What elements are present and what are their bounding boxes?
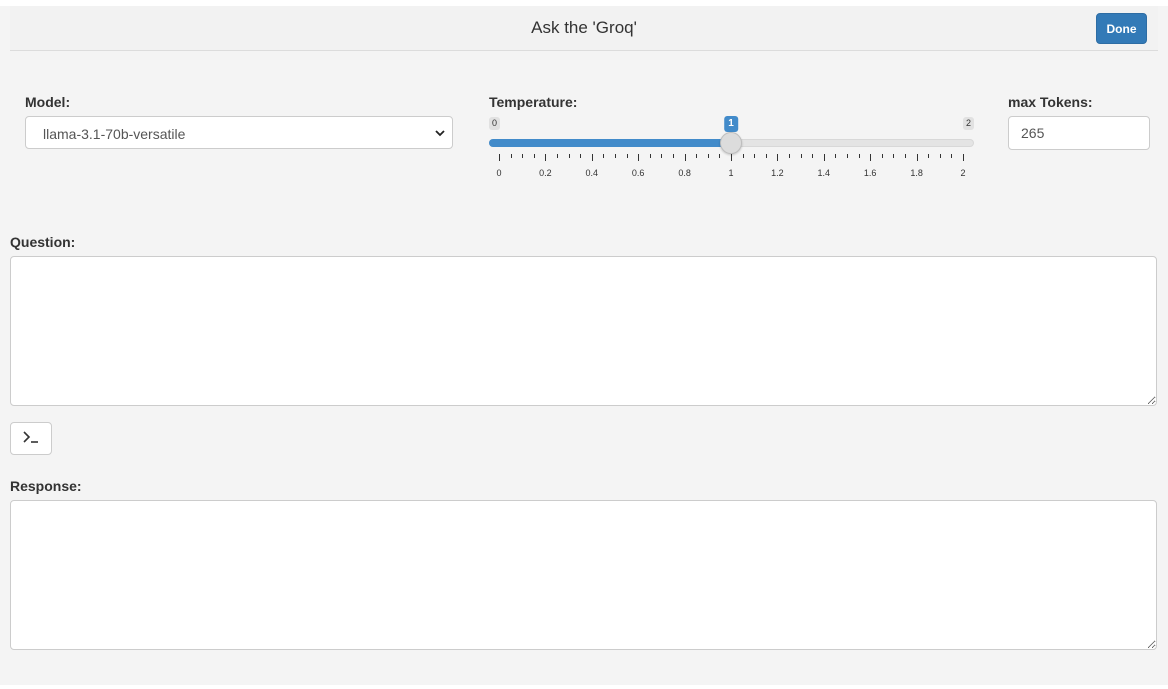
slider-minor-tick	[800, 154, 802, 158]
slider-minor-tick	[626, 154, 628, 158]
model-label: Model:	[25, 94, 71, 110]
temperature-slider[interactable]: 0 2 1 0 0.2 0.4 0.6 0.8 1 1.2 1.4 1.6 1.8 2	[489, 114, 974, 178]
slider-minor-tick	[510, 154, 512, 158]
slider-major-tick	[731, 154, 732, 161]
slider-minor-tick	[928, 154, 930, 158]
slider-minor-tick	[847, 154, 848, 158]
model-select[interactable]: llama-3.1-70b-versatile	[25, 116, 453, 149]
slider-tick-label: 1.4	[817, 168, 831, 178]
slider-tick-label: 0	[496, 168, 502, 178]
slider-min-label: 0	[489, 117, 501, 130]
slider-minor-tick	[615, 154, 616, 158]
slider-major-tick	[823, 154, 825, 161]
model-select-value: llama-3.1-70b-versatile	[43, 126, 186, 142]
slider-max-label: 2	[962, 117, 974, 130]
slider-minor-tick	[858, 154, 860, 158]
slider-minor-tick	[661, 154, 663, 158]
slider-minor-tick	[812, 154, 814, 158]
slider-major-tick	[684, 154, 686, 161]
slider-minor-tick	[649, 154, 651, 158]
slider-tick-label: 0.4	[585, 168, 599, 178]
slider-minor-tick	[522, 154, 524, 158]
slider-minor-tick	[568, 154, 570, 158]
slider-minor-tick	[603, 154, 605, 158]
slider-major-tick	[870, 154, 872, 161]
slider-major-tick	[963, 154, 964, 161]
temperature-label: Temperature:	[489, 94, 578, 110]
question-textarea[interactable]	[10, 256, 1157, 406]
slider-minor-tick	[533, 154, 535, 158]
slider-major-tick	[499, 154, 500, 161]
slider-tick-label: 1.8	[910, 168, 923, 178]
slider-minor-tick	[905, 154, 906, 158]
slider-minor-tick	[707, 154, 709, 158]
response-textarea[interactable]	[10, 500, 1157, 650]
slider-minor-tick	[754, 154, 756, 158]
page-title: Ask the 'Groq'	[531, 18, 637, 37]
slider-tick-label: 1.6	[863, 168, 877, 178]
question-label: Question:	[10, 234, 76, 250]
max-tokens-label: max Tokens:	[1008, 94, 1093, 110]
slider-minor-tick	[719, 154, 721, 158]
run-button[interactable]	[10, 422, 52, 455]
slider-minor-tick	[580, 154, 582, 158]
slider-minor-tick	[696, 154, 698, 158]
slider-minor-tick	[742, 154, 744, 158]
slider-minor-tick	[789, 154, 790, 158]
slider-tick-label: 2	[960, 168, 966, 178]
slider-minor-tick	[765, 154, 767, 158]
terminal-icon	[23, 431, 38, 443]
slider-major-tick	[638, 154, 640, 161]
slider-minor-tick	[557, 154, 558, 158]
app-panel: Ask the 'Groq' Done Model: llama-3.1-70b…	[0, 6, 1168, 685]
done-button[interactable]: Done	[1096, 13, 1147, 44]
slider-minor-tick	[951, 154, 953, 158]
slider-minor-tick	[939, 154, 941, 158]
slider-major-tick	[916, 154, 918, 161]
slider-minor-tick	[881, 154, 883, 158]
slider-minor-tick	[835, 154, 837, 158]
slider-major-tick	[545, 154, 547, 161]
slider-minor-tick	[893, 154, 895, 158]
slider-tick-label: 0.6	[631, 168, 645, 178]
slider-major-tick	[591, 154, 593, 161]
slider-fill	[489, 139, 731, 147]
slider-tick-label: 0.8	[678, 168, 691, 178]
chevron-down-icon	[435, 130, 445, 137]
slider-tick-label: 1.2	[771, 168, 784, 178]
slider-tick-label: 0.2	[539, 168, 552, 178]
slider-minor-tick	[673, 154, 674, 158]
slider-value-label: 1	[724, 116, 738, 132]
response-label: Response:	[10, 478, 82, 494]
title-bar: Ask the 'Groq' Done	[10, 6, 1158, 51]
max-tokens-input[interactable]	[1008, 116, 1150, 150]
slider-major-tick	[777, 154, 779, 161]
slider-handle[interactable]	[720, 132, 742, 154]
slider-tick-label: 1	[728, 168, 734, 178]
